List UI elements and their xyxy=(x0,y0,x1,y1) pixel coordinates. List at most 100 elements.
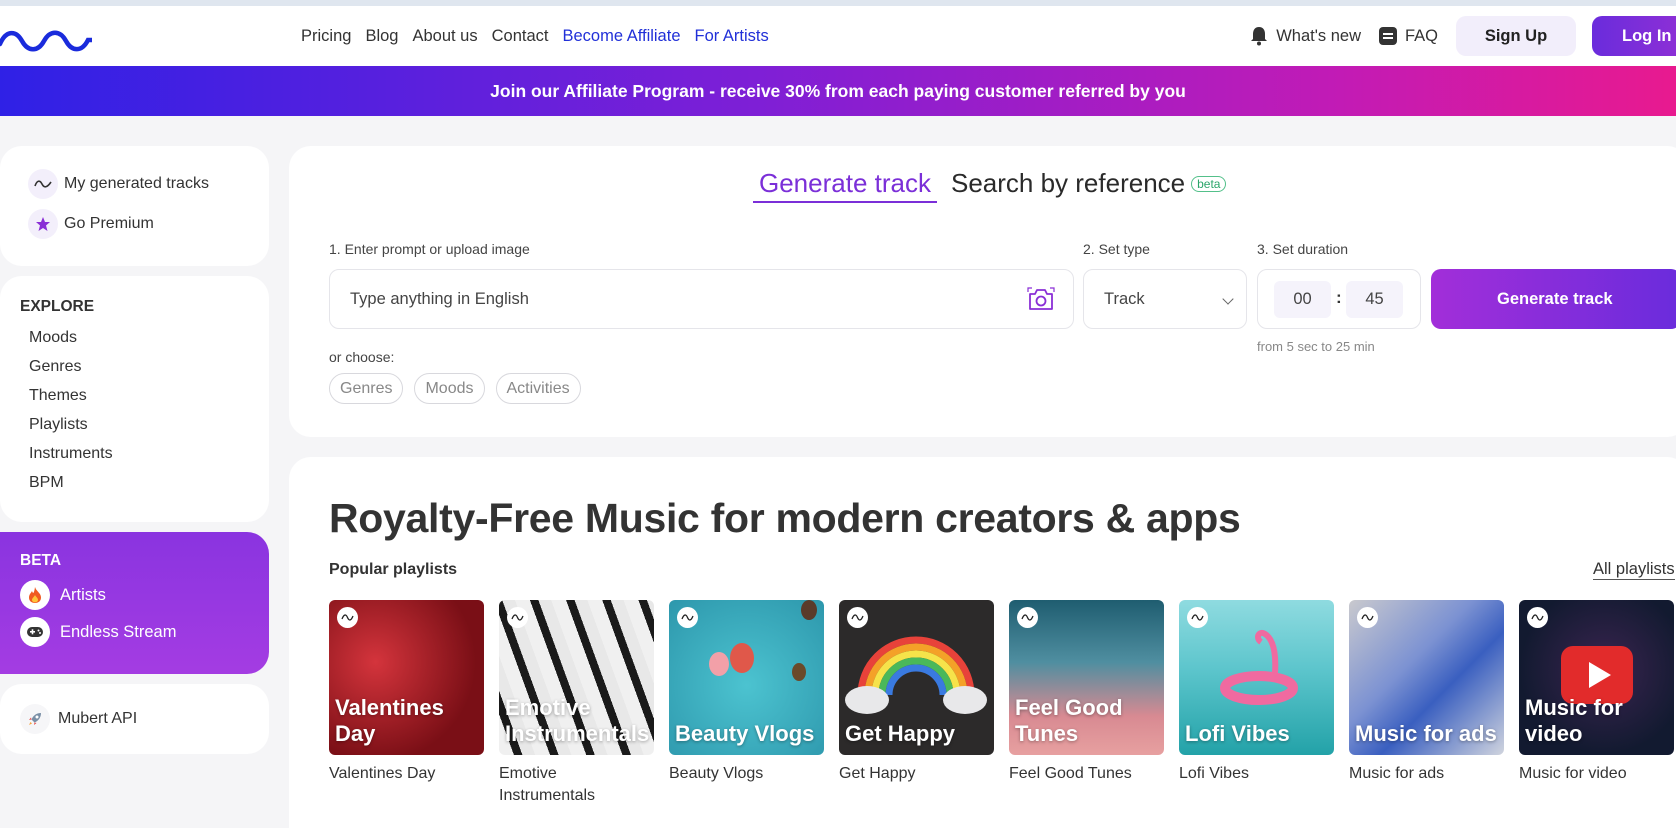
duration-minutes-input[interactable]: 00 xyxy=(1274,281,1331,318)
bell-icon xyxy=(1251,27,1268,46)
playlist-tile-lofi-vibes[interactable]: Lofi Vibes Lofi Vibes xyxy=(1179,600,1334,785)
playlist-caption: Lofi Vibes xyxy=(1179,765,1249,782)
duration-hint: from 5 sec to 25 min xyxy=(1257,339,1375,354)
log-in-button[interactable]: Log In xyxy=(1592,16,1676,56)
mubert-logo[interactable] xyxy=(0,26,92,56)
affiliate-banner-text: Join our Affiliate Program - receive 30%… xyxy=(490,80,1186,101)
duration-picker: 00 : 45 xyxy=(1257,269,1421,329)
playlist-overlay-title: Get Happy xyxy=(845,721,956,746)
step2-label: 2. Set type xyxy=(1083,241,1150,257)
chip-group: Genres Moods Activities xyxy=(329,373,581,404)
nav-blog[interactable]: Blog xyxy=(365,27,398,46)
top-nav: Pricing Blog About us Contact Become Aff… xyxy=(0,6,1676,66)
faq-icon xyxy=(1378,27,1397,45)
playlist-cover: Get Happy xyxy=(839,600,994,755)
whats-new-label: What's new xyxy=(1276,26,1361,45)
sidebar-item-mubert-api[interactable]: Mubert API xyxy=(20,704,137,734)
playlist-cover: Feel Good Tunes xyxy=(1009,600,1164,755)
affiliate-banner[interactable]: Join our Affiliate Program - receive 30%… xyxy=(0,66,1676,116)
camera-icon[interactable] xyxy=(1027,286,1055,312)
playlist-caption: Feel Good Tunes xyxy=(1009,765,1132,782)
playlist-cover: Music for ads xyxy=(1349,600,1504,755)
playlist-cover: Emotive Instrumentals xyxy=(499,600,654,755)
explore-item-genres[interactable]: Genres xyxy=(29,357,113,386)
sidebar-explore-card: EXPLORE Moods Genres Themes Playlists In… xyxy=(0,276,269,522)
playlist-overlay-title: Music for video xyxy=(1525,695,1623,746)
playlist-cover: Beauty Vlogs xyxy=(669,600,824,755)
playlist-caption: Beauty Vlogs xyxy=(669,765,764,782)
chip-activities[interactable]: Activities xyxy=(495,373,581,404)
tab-search-by-reference[interactable]: Search by reference xyxy=(951,168,1185,199)
playlist-tile-feel-good-tunes[interactable]: Feel Good Tunes Feel Good Tunes xyxy=(1009,600,1164,785)
gamepad-icon xyxy=(20,617,50,647)
explore-item-bpm[interactable]: BPM xyxy=(29,473,113,502)
playlist-caption: Get Happy xyxy=(839,765,916,782)
chip-moods[interactable]: Moods xyxy=(414,373,485,404)
sidebar-item-label: Endless Stream xyxy=(60,622,177,641)
explore-list: Moods Genres Themes Playlists Instrument… xyxy=(29,328,113,502)
generate-track-button[interactable]: Generate track xyxy=(1431,269,1676,329)
faq-link[interactable]: FAQ xyxy=(1378,26,1438,46)
chevron-down-icon xyxy=(1222,293,1234,305)
playlist-overlay-title: Emotive Instrumentals xyxy=(505,695,650,746)
tab-generate-track[interactable]: Generate track xyxy=(753,168,937,203)
mubert-badge-icon xyxy=(1357,607,1378,628)
explore-item-moods[interactable]: Moods xyxy=(29,328,113,357)
playlist-tile-beauty-vlogs[interactable]: Beauty Vlogs Beauty Vlogs xyxy=(669,600,824,785)
sidebar-beta-card: BETA Artists Endless Stream xyxy=(0,532,269,674)
whats-new-link[interactable]: What's new xyxy=(1250,26,1361,46)
prompt-input[interactable]: Type anything in English xyxy=(329,269,1074,329)
playlist-tile-valentines-day[interactable]: Valentines Day Valentines Day xyxy=(329,600,484,785)
type-select[interactable]: Track xyxy=(1083,269,1247,329)
nav-become-affiliate[interactable]: Become Affiliate xyxy=(562,27,680,46)
sidebar-item-endless-stream[interactable]: Endless Stream xyxy=(20,617,176,647)
beta-badge: beta xyxy=(1191,176,1227,192)
sidebar-user-card: My generated tracks Go Premium xyxy=(0,146,269,266)
or-choose-label: or choose: xyxy=(329,349,395,365)
sidebar-item-label: Mubert API xyxy=(58,710,138,727)
sidebar-item-label: My generated tracks xyxy=(64,175,209,192)
explore-item-playlists[interactable]: Playlists xyxy=(29,415,113,444)
playlist-cover: Music for video xyxy=(1519,600,1674,755)
playlist-tile-emotive-instrumentals[interactable]: Emotive Instrumentals Emotive Instrument… xyxy=(499,600,654,807)
sidebar-item-my-generated-tracks[interactable]: My generated tracks xyxy=(28,169,209,199)
sidebar-item-label: Go Premium xyxy=(64,215,154,232)
faq-label: FAQ xyxy=(1404,26,1438,45)
page-title: Royalty-Free Music for modern creators &… xyxy=(329,495,1241,541)
nav-contact[interactable]: Contact xyxy=(492,27,549,46)
explore-item-themes[interactable]: Themes xyxy=(29,386,113,415)
mubert-badge-icon xyxy=(1017,607,1038,628)
step3-label: 3. Set duration xyxy=(1257,241,1349,257)
playlist-tile-get-happy[interactable]: Get Happy Get Happy xyxy=(839,600,994,785)
duration-seconds-input[interactable]: 45 xyxy=(1346,281,1403,318)
playlist-overlay-title: Beauty Vlogs xyxy=(675,721,815,746)
all-playlists-link[interactable]: All playlists xyxy=(1593,560,1675,580)
duration-separator: : xyxy=(1336,288,1342,307)
wave-icon xyxy=(28,169,58,199)
playlist-overlay-title: Music for ads xyxy=(1355,721,1497,746)
nav-pricing[interactable]: Pricing xyxy=(301,27,351,46)
sign-up-button[interactable]: Sign Up xyxy=(1456,16,1576,56)
playlist-tile-music-for-video[interactable]: Music for video Music for video xyxy=(1519,600,1674,785)
sidebar-api-card: Mubert API xyxy=(0,684,269,754)
explore-item-instruments[interactable]: Instruments xyxy=(29,444,113,473)
nav-for-artists[interactable]: For Artists xyxy=(695,27,769,46)
playlist-cover: Valentines Day xyxy=(329,600,484,755)
playlist-overlay-title: Feel Good Tunes xyxy=(1015,695,1123,746)
step1-label: 1. Enter prompt or upload image xyxy=(329,241,530,257)
mubert-badge-icon xyxy=(337,607,358,628)
chip-genres[interactable]: Genres xyxy=(329,373,404,404)
rocket-icon xyxy=(20,704,50,734)
playlist-tile-music-for-ads[interactable]: Music for ads Music for ads xyxy=(1349,600,1504,785)
nav-links: Pricing Blog About us Contact Become Aff… xyxy=(301,6,783,66)
nav-about-us[interactable]: About us xyxy=(412,27,477,46)
sidebar-item-go-premium[interactable]: Go Premium xyxy=(28,209,154,239)
star-icon xyxy=(28,209,58,239)
sidebar-item-artists[interactable]: Artists xyxy=(20,580,106,610)
generator-tabs: Generate track Search by reference beta xyxy=(753,168,1227,203)
sidebar-item-label: Artists xyxy=(60,585,106,604)
generator-card: Generate track Search by reference beta … xyxy=(289,146,1676,437)
playlist-caption: Music for video xyxy=(1519,765,1627,782)
explore-title: EXPLORE xyxy=(20,298,95,315)
main-content-card: Royalty-Free Music for modern creators &… xyxy=(289,457,1676,828)
